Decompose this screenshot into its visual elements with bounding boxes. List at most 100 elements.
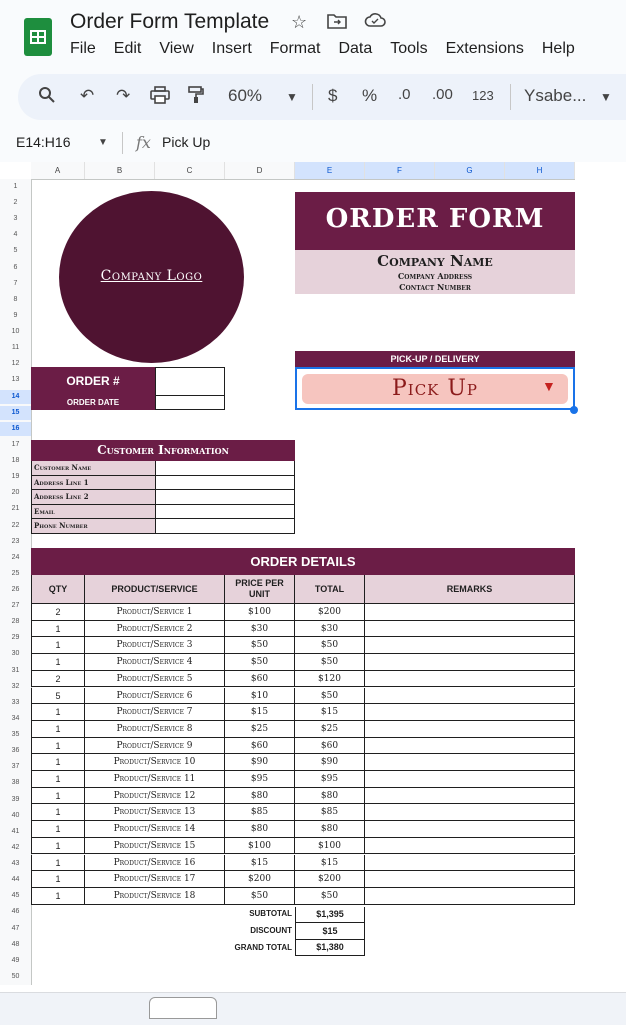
row-header-6[interactable]: 6 (0, 261, 31, 275)
item-product[interactable]: Product/Service 16 (85, 854, 225, 872)
row-header-50[interactable]: 50 (0, 970, 31, 984)
item-product[interactable]: Product/Service 5 (85, 670, 225, 688)
pickup-delivery-value[interactable]: Pick Up (302, 376, 568, 401)
item-price[interactable]: $25 (225, 720, 295, 738)
row-header-44[interactable]: 44 (0, 873, 31, 887)
item-total[interactable]: $50 (295, 687, 365, 705)
item-qty[interactable]: 1 (31, 871, 85, 888)
item-qty[interactable]: 1 (31, 637, 85, 655)
row-header-41[interactable]: 41 (0, 825, 31, 839)
item-price[interactable]: $80 (225, 821, 295, 838)
menu-extensions[interactable]: Extensions (446, 40, 524, 62)
row-header-1[interactable]: 1 (0, 180, 31, 194)
menu-view[interactable]: View (159, 40, 193, 62)
item-product[interactable]: Product/Service 18 (85, 887, 225, 905)
item-product[interactable]: Product/Service 7 (85, 704, 225, 721)
row-header-37[interactable]: 37 (0, 760, 31, 774)
item-product[interactable]: Product/Service 10 (85, 754, 225, 771)
paint-format-icon[interactable] (188, 86, 204, 109)
item-remarks[interactable] (365, 654, 575, 671)
row-header-7[interactable]: 7 (0, 277, 31, 291)
row-header-3[interactable]: 3 (0, 212, 31, 226)
font-chevron-down-icon[interactable]: ▼ (600, 90, 612, 104)
row-header-34[interactable]: 34 (0, 712, 31, 726)
item-price[interactable]: $100 (225, 837, 295, 855)
decrease-decimal-button[interactable]: .0 (398, 86, 411, 103)
customer-field-input[interactable] (155, 490, 295, 505)
item-product[interactable]: Product/Service 15 (85, 837, 225, 855)
item-product[interactable]: Product/Service 4 (85, 654, 225, 671)
item-product[interactable]: Product/Service 6 (85, 687, 225, 705)
column-header-b[interactable]: B (85, 162, 155, 179)
row-header-2[interactable]: 2 (0, 196, 31, 210)
item-remarks[interactable] (365, 637, 575, 655)
item-total[interactable]: $85 (295, 804, 365, 822)
item-qty[interactable]: 1 (31, 771, 85, 788)
item-product[interactable]: Product/Service 17 (85, 871, 225, 888)
item-remarks[interactable] (365, 887, 575, 905)
item-total[interactable]: $80 (295, 821, 365, 838)
item-remarks[interactable] (365, 821, 575, 838)
column-header-e[interactable]: E (295, 162, 365, 179)
row-header-13[interactable]: 13 (0, 373, 31, 387)
row-header-43[interactable]: 43 (0, 857, 31, 871)
item-total[interactable]: $15 (295, 854, 365, 872)
item-price[interactable]: $15 (225, 854, 295, 872)
item-price[interactable]: $50 (225, 887, 295, 905)
item-qty[interactable]: 1 (31, 854, 85, 872)
row-header-15[interactable]: 15 (0, 405, 31, 420)
column-header-a[interactable]: A (31, 162, 85, 179)
item-qty[interactable]: 1 (31, 654, 85, 671)
item-remarks[interactable] (365, 804, 575, 822)
row-header-40[interactable]: 40 (0, 809, 31, 823)
column-header-c[interactable]: C (155, 162, 225, 179)
row-header-21[interactable]: 21 (0, 502, 31, 516)
menu-tools[interactable]: Tools (390, 40, 427, 62)
customer-field-input[interactable] (155, 475, 295, 490)
number-format-button[interactable]: 123 (472, 88, 494, 103)
dropdown-arrow-icon[interactable]: ▼ (542, 378, 556, 394)
item-remarks[interactable] (365, 837, 575, 855)
item-price[interactable]: $90 (225, 754, 295, 771)
item-remarks[interactable] (365, 871, 575, 888)
menu-edit[interactable]: Edit (114, 40, 142, 62)
row-header-4[interactable]: 4 (0, 228, 31, 242)
item-remarks[interactable] (365, 670, 575, 688)
item-total[interactable]: $50 (295, 637, 365, 655)
row-header-26[interactable]: 26 (0, 583, 31, 597)
item-remarks[interactable] (365, 854, 575, 872)
row-header-27[interactable]: 27 (0, 599, 31, 613)
row-header-47[interactable]: 47 (0, 922, 31, 936)
star-icon[interactable]: ☆ (291, 12, 307, 33)
row-header-38[interactable]: 38 (0, 776, 31, 790)
item-price[interactable]: $85 (225, 804, 295, 822)
document-title[interactable]: Order Form Template (70, 10, 269, 34)
row-header-42[interactable]: 42 (0, 841, 31, 855)
column-header-h[interactable]: H (505, 162, 575, 179)
item-product[interactable]: Product/Service 12 (85, 787, 225, 805)
row-header-32[interactable]: 32 (0, 680, 31, 694)
row-header-17[interactable]: 17 (0, 438, 31, 452)
sheet-tab[interactable] (149, 997, 217, 1019)
item-remarks[interactable] (365, 604, 575, 621)
item-total[interactable]: $120 (295, 670, 365, 688)
item-total[interactable]: $50 (295, 654, 365, 671)
item-total[interactable]: $60 (295, 737, 365, 755)
item-total[interactable]: $15 (295, 704, 365, 721)
chevron-down-icon[interactable]: ▼ (286, 90, 298, 104)
increase-decimal-button[interactable]: .00 (432, 86, 453, 103)
item-price[interactable]: $200 (225, 871, 295, 888)
formula-input[interactable]: Pick Up (162, 134, 210, 150)
item-total[interactable]: $30 (295, 620, 365, 638)
item-qty[interactable]: 2 (31, 604, 85, 621)
row-header-48[interactable]: 48 (0, 938, 31, 952)
row-header-8[interactable]: 8 (0, 293, 31, 307)
row-header-31[interactable]: 31 (0, 664, 31, 678)
row-header-24[interactable]: 24 (0, 551, 31, 565)
row-header-29[interactable]: 29 (0, 631, 31, 645)
item-price[interactable]: $50 (225, 654, 295, 671)
item-product[interactable]: Product/Service 9 (85, 737, 225, 755)
sheets-logo-icon[interactable] (24, 18, 52, 56)
row-header-20[interactable]: 20 (0, 486, 31, 500)
row-header-39[interactable]: 39 (0, 793, 31, 807)
